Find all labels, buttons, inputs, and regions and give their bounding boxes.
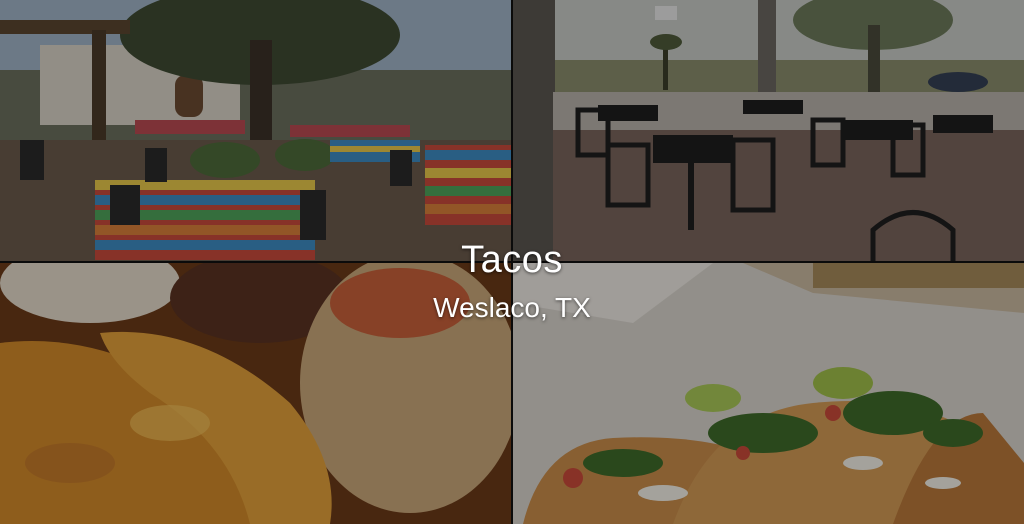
covered-dining-photo	[513, 0, 1024, 261]
patio-photo	[0, 0, 511, 261]
location-label: Weslaco, TX	[433, 292, 591, 323]
photo-collage: Tacos Weslaco, TX	[0, 0, 1024, 524]
cuisine-title: Tacos	[461, 239, 563, 281]
restaurant-caption: Tacos Weslaco, TX	[0, 236, 1024, 328]
